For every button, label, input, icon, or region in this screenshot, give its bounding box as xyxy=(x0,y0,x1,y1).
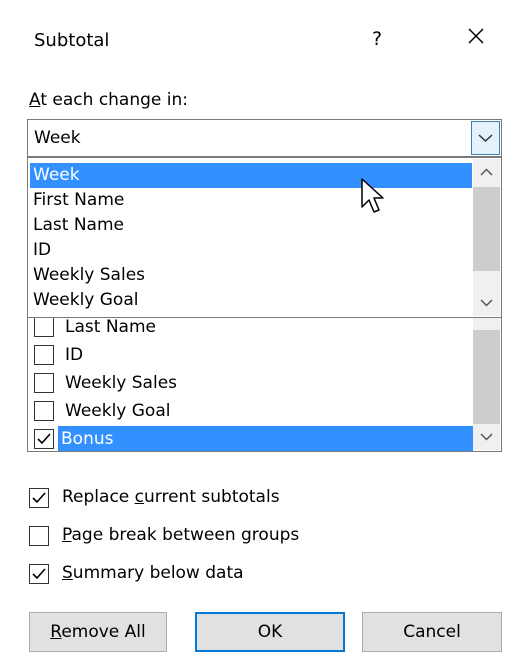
cancel-button[interactable]: Cancel xyxy=(362,612,502,652)
dropdown-item-selected[interactable]: Week xyxy=(30,163,472,188)
checkmark-icon xyxy=(37,433,51,445)
dialog-title: Subtotal xyxy=(34,30,110,51)
list-item[interactable]: ID xyxy=(34,342,474,370)
checkbox-checked[interactable] xyxy=(29,488,49,508)
dropdown-button[interactable] xyxy=(471,121,500,155)
scroll-down-button[interactable] xyxy=(473,424,500,450)
checkbox-checked[interactable] xyxy=(34,429,54,449)
close-icon xyxy=(468,28,484,44)
list-item[interactable]: Last Name xyxy=(34,314,474,342)
option-label: Replace current subtotals xyxy=(62,487,280,507)
list-item[interactable]: Weekly Sales xyxy=(34,370,474,398)
checkbox[interactable] xyxy=(34,373,54,393)
scroll-down-button[interactable] xyxy=(473,290,500,316)
checkmark-icon xyxy=(32,492,46,504)
option-label: Page break between groups xyxy=(62,525,300,545)
list-item-selected[interactable]: Bonus xyxy=(34,426,474,451)
ok-button[interactable]: OK xyxy=(195,612,345,652)
scroll-up-button[interactable] xyxy=(473,159,500,185)
chevron-down-icon xyxy=(478,134,493,143)
dropdown-scrollbar[interactable] xyxy=(473,159,500,316)
checkbox[interactable] xyxy=(29,526,49,546)
option-label: Summary below data xyxy=(62,563,244,583)
checkbox-checked[interactable] xyxy=(29,564,49,584)
scroll-thumb[interactable] xyxy=(473,187,500,271)
dropdown-item[interactable]: Weekly Sales xyxy=(30,263,472,288)
dropdown-item[interactable]: ID xyxy=(30,238,472,263)
add-subtotal-to-list[interactable]: Last Name ID Weekly Sales Weekly Goal Bo… xyxy=(27,300,502,452)
checkbox[interactable] xyxy=(34,401,54,421)
dropdown-item[interactable]: Last Name xyxy=(30,213,472,238)
scroll-thumb[interactable] xyxy=(473,330,500,424)
dropdown-item[interactable]: Weekly Goal xyxy=(30,288,472,313)
close-button[interactable] xyxy=(466,24,486,52)
subtotal-dialog: Subtotal ? At each change in: Week Last … xyxy=(0,0,513,666)
help-button[interactable]: ? xyxy=(372,28,382,50)
list-item[interactable]: Weekly Goal xyxy=(34,398,474,426)
remove-all-button[interactable]: Remove All xyxy=(29,612,167,652)
list-scrollbar[interactable] xyxy=(473,302,500,450)
checkbox[interactable] xyxy=(34,317,54,337)
dropdown-item[interactable]: First Name xyxy=(30,188,472,213)
at-each-change-label: At each change in: xyxy=(29,90,189,110)
group-by-value: Week xyxy=(34,128,81,148)
chevron-down-icon xyxy=(480,433,493,441)
checkmark-icon xyxy=(32,568,46,580)
checkbox[interactable] xyxy=(34,345,54,365)
group-by-combobox[interactable]: Week xyxy=(27,119,502,157)
chevron-down-icon xyxy=(480,299,493,307)
group-by-dropdown-list[interactable]: Week First Name Last Name ID Weekly Sale… xyxy=(27,157,502,318)
chevron-up-icon xyxy=(480,168,493,176)
mouse-pointer-icon xyxy=(361,178,384,213)
